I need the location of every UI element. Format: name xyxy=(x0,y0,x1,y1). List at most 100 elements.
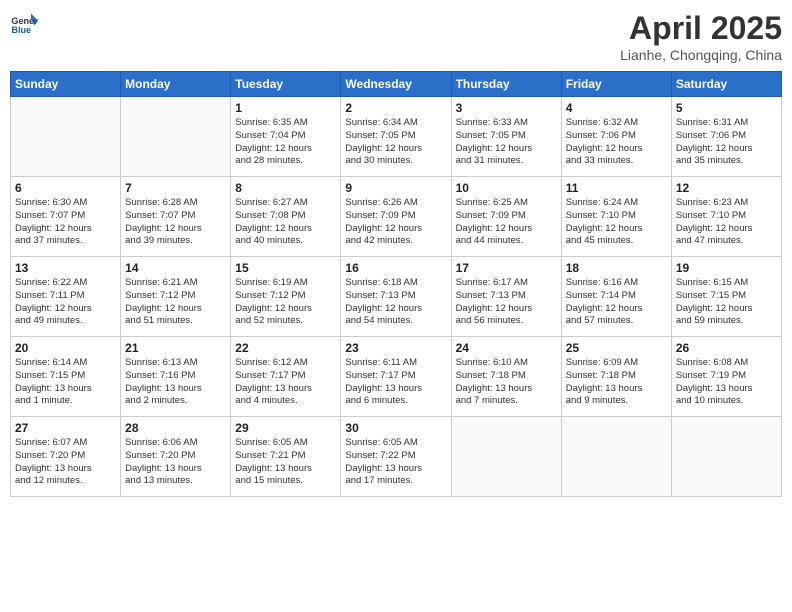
day-number: 11 xyxy=(566,181,667,195)
day-number: 23 xyxy=(345,341,446,355)
day-info-line: and 1 minute. xyxy=(15,395,116,408)
day-info-line: and 56 minutes. xyxy=(456,315,557,328)
day-info-line: Sunrise: 6:22 AM xyxy=(15,277,116,290)
day-info-line: Sunrise: 6:06 AM xyxy=(125,437,226,450)
day-info-line: Sunrise: 6:13 AM xyxy=(125,357,226,370)
calendar-cell: 15Sunrise: 6:19 AMSunset: 7:12 PMDayligh… xyxy=(231,257,341,337)
calendar-cell: 17Sunrise: 6:17 AMSunset: 7:13 PMDayligh… xyxy=(451,257,561,337)
day-info: Sunrise: 6:22 AMSunset: 7:11 PMDaylight:… xyxy=(15,277,116,328)
day-info-line: Daylight: 12 hours xyxy=(345,143,446,156)
day-info: Sunrise: 6:12 AMSunset: 7:17 PMDaylight:… xyxy=(235,357,336,408)
day-info-line: and 51 minutes. xyxy=(125,315,226,328)
day-info-line: Daylight: 12 hours xyxy=(456,143,557,156)
calendar-cell: 25Sunrise: 6:09 AMSunset: 7:18 PMDayligh… xyxy=(561,337,671,417)
day-number: 4 xyxy=(566,101,667,115)
calendar-cell: 13 Sunrise: 6:22 AMSunset: 7:11 PMDayligh… xyxy=(11,257,121,337)
day-info-line: Sunset: 7:20 PM xyxy=(125,450,226,463)
day-info-line: Sunset: 7:18 PM xyxy=(566,370,667,383)
calendar-cell: 10 Sunrise: 6:25 AMSunset: 7:09 PMDayligh… xyxy=(451,177,561,257)
day-info-line: and 33 minutes. xyxy=(566,155,667,168)
day-number: 10 xyxy=(456,181,557,195)
weekday-header: Friday xyxy=(561,72,671,97)
day-info: Sunrise: 6:26 AMSunset: 7:09 PMDaylight:… xyxy=(345,197,446,248)
day-info: Sunrise: 6:06 AMSunset: 7:20 PMDaylight:… xyxy=(125,437,226,488)
calendar-cell xyxy=(11,97,121,177)
day-info-line: Sunrise: 6:23 AM xyxy=(676,197,777,210)
day-info-line: and 57 minutes. xyxy=(566,315,667,328)
day-info: Sunrise: 6:35 AMSunset: 7:04 PMDaylight:… xyxy=(235,117,336,168)
day-info-line: Daylight: 12 hours xyxy=(566,143,667,156)
day-info-line: Sunrise: 6:19 AM xyxy=(235,277,336,290)
day-number: 2 xyxy=(345,101,446,115)
calendar-cell xyxy=(451,417,561,497)
day-info-line: Sunrise: 6:11 AM xyxy=(345,357,446,370)
day-info-line: Daylight: 12 hours xyxy=(125,223,226,236)
day-info-line: Sunrise: 6:30 AM xyxy=(15,197,116,210)
day-info-line: Daylight: 12 hours xyxy=(235,303,336,316)
day-number: 26 xyxy=(676,341,777,355)
calendar-cell: 23Sunrise: 6:11 AMSunset: 7:17 PMDayligh… xyxy=(341,337,451,417)
day-info-line: and 49 minutes. xyxy=(15,315,116,328)
calendar-cell: 18Sunrise: 6:16 AMSunset: 7:14 PMDayligh… xyxy=(561,257,671,337)
title-block: April 2025 Lianhe, Chongqing, China xyxy=(620,10,782,63)
day-number: 8 xyxy=(235,181,336,195)
calendar-cell: 19Sunrise: 6:15 AMSunset: 7:15 PMDayligh… xyxy=(671,257,781,337)
calendar-cell: 12Sunrise: 6:23 AMSunset: 7:10 PMDayligh… xyxy=(671,177,781,257)
calendar-cell: 28Sunrise: 6:06 AMSunset: 7:20 PMDayligh… xyxy=(121,417,231,497)
day-info: Sunrise: 6:25 AMSunset: 7:09 PMDaylight:… xyxy=(456,197,557,248)
weekday-header: Thursday xyxy=(451,72,561,97)
day-info-line: Sunset: 7:06 PM xyxy=(676,130,777,143)
day-info-line: Daylight: 13 hours xyxy=(235,463,336,476)
day-info-line: Sunset: 7:06 PM xyxy=(566,130,667,143)
day-info: Sunrise: 6:16 AMSunset: 7:14 PMDaylight:… xyxy=(566,277,667,328)
day-info-line: Sunset: 7:09 PM xyxy=(345,210,446,223)
day-number: 13 xyxy=(15,261,116,275)
day-info-line: and 12 minutes. xyxy=(15,475,116,488)
day-info-line: and 10 minutes. xyxy=(676,395,777,408)
day-info-line: Daylight: 13 hours xyxy=(456,383,557,396)
calendar-week-row: 20Sunrise: 6:14 AMSunset: 7:15 PMDayligh… xyxy=(11,337,782,417)
day-info-line: and 39 minutes. xyxy=(125,235,226,248)
weekday-header: Saturday xyxy=(671,72,781,97)
day-info-line: and 28 minutes. xyxy=(235,155,336,168)
day-info-line: Daylight: 13 hours xyxy=(345,463,446,476)
day-info-line: Daylight: 12 hours xyxy=(15,223,116,236)
day-info-line: Sunrise: 6:10 AM xyxy=(456,357,557,370)
day-info-line: and 6 minutes. xyxy=(345,395,446,408)
day-number: 21 xyxy=(125,341,226,355)
day-info-line: and 59 minutes. xyxy=(676,315,777,328)
calendar-week-row: 6Sunrise: 6:30 AMSunset: 7:07 PMDaylight… xyxy=(11,177,782,257)
day-number: 3 xyxy=(456,101,557,115)
day-info-line: Sunset: 7:07 PM xyxy=(15,210,116,223)
day-number: 30 xyxy=(345,421,446,435)
day-info-line: and 13 minutes. xyxy=(125,475,226,488)
day-info-line: and 9 minutes. xyxy=(566,395,667,408)
day-info: Sunrise: 6:05 AMSunset: 7:21 PMDaylight:… xyxy=(235,437,336,488)
day-info-line: and 30 minutes. xyxy=(345,155,446,168)
day-info-line: Sunrise: 6:32 AM xyxy=(566,117,667,130)
day-info: Sunrise: 6:30 AMSunset: 7:07 PMDaylight:… xyxy=(15,197,116,248)
day-info-line: Sunset: 7:16 PM xyxy=(125,370,226,383)
day-info-line: Sunrise: 6:05 AM xyxy=(235,437,336,450)
day-number: 29 xyxy=(235,421,336,435)
logo: General Blue xyxy=(10,10,38,38)
day-info-line: Sunset: 7:17 PM xyxy=(345,370,446,383)
day-info-line: Daylight: 13 hours xyxy=(125,463,226,476)
day-info: Sunrise: 6:08 AMSunset: 7:19 PMDaylight:… xyxy=(676,357,777,408)
weekday-header: Sunday xyxy=(11,72,121,97)
day-info-line: and 35 minutes. xyxy=(676,155,777,168)
day-info-line: Sunset: 7:11 PM xyxy=(15,290,116,303)
day-info-line: and 31 minutes. xyxy=(456,155,557,168)
day-info-line: Sunrise: 6:08 AM xyxy=(676,357,777,370)
calendar-cell: 14Sunrise: 6:21 AMSunset: 7:12 PMDayligh… xyxy=(121,257,231,337)
day-info-line: Sunrise: 6:33 AM xyxy=(456,117,557,130)
day-info-line: Sunset: 7:15 PM xyxy=(676,290,777,303)
day-info-line: and 2 minutes. xyxy=(125,395,226,408)
day-number: 6 xyxy=(15,181,116,195)
calendar-cell: 9Sunrise: 6:26 AMSunset: 7:09 PMDaylight… xyxy=(341,177,451,257)
day-info-line: Sunrise: 6:35 AM xyxy=(235,117,336,130)
calendar-cell: 1Sunrise: 6:35 AMSunset: 7:04 PMDaylight… xyxy=(231,97,341,177)
day-info-line: Sunrise: 6:05 AM xyxy=(345,437,446,450)
day-info-line: Daylight: 13 hours xyxy=(235,383,336,396)
calendar-table: SundayMondayTuesdayWednesdayThursdayFrid… xyxy=(10,71,782,497)
